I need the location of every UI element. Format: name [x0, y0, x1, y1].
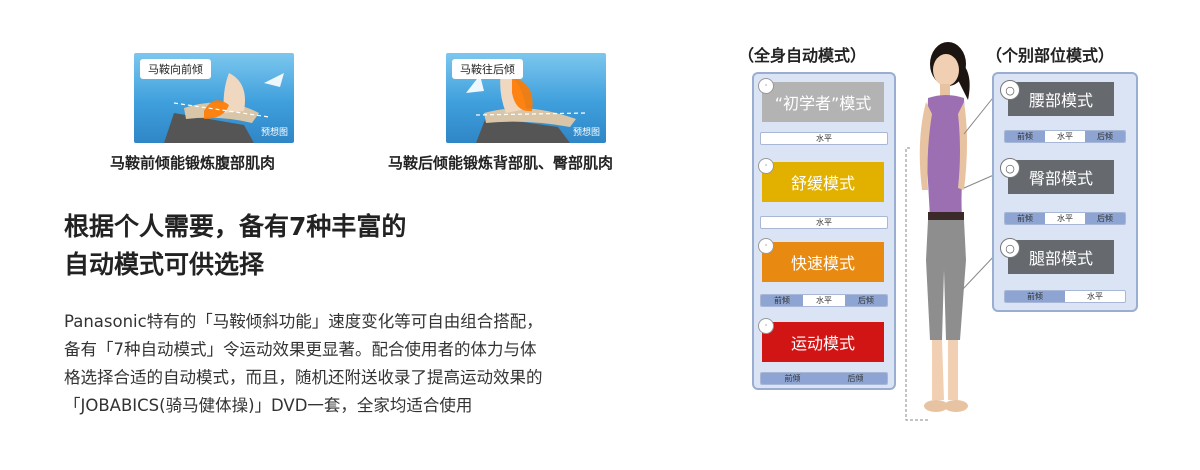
tilt-segment: 水平 — [1057, 214, 1073, 223]
partial-panel: 腰部模式 ○ 前倾 水平 后倾 臀部模式 ○ 前倾 水平 后倾 腿部模式 ○ 前… — [992, 72, 1138, 312]
seat-backward-illustration: 马鞍往后倾 预想图 — [446, 53, 606, 143]
illustration-caption: 马鞍后倾能锻炼背部肌、臀部肌肉 — [388, 154, 614, 172]
tilt-segment: 后倾 — [1085, 213, 1125, 224]
tilt-segment: 水平 — [816, 218, 832, 227]
tilt-bar: 前倾 水平 后倾 — [1004, 130, 1126, 143]
tilt-segment: 水平 — [1087, 292, 1103, 301]
face-icon: · — [758, 158, 774, 174]
tilt-bar: 水平 — [760, 216, 888, 229]
mode-label: 运动模式 — [790, 334, 855, 353]
mode-label: “初学者”模式 — [774, 94, 872, 113]
mode-label: 腿部模式 — [1028, 249, 1093, 268]
main-heading: 根据个人需要，备有7种丰富的 自动模式可供选择 — [64, 208, 406, 284]
tilt-segment: 水平 — [1057, 132, 1073, 141]
mode-label: 腰部模式 — [1028, 91, 1093, 110]
mode-label: 快速模式 — [790, 254, 855, 273]
mode-hip[interactable]: 臀部模式 — [1008, 160, 1114, 194]
partial-title: （个别部位模式） — [986, 46, 1115, 65]
mode-leg[interactable]: 腿部模式 — [1008, 240, 1114, 274]
tilt-segment: 前倾 — [1005, 131, 1045, 142]
illustration-note: 预想图 — [572, 128, 600, 138]
heading-line: 自动模式可供选择 — [64, 250, 265, 279]
illustration-tag: 马鞍往后倾 — [452, 59, 523, 79]
tilt-segment: 后倾 — [824, 373, 887, 384]
tilt-segment: 后倾 — [845, 295, 887, 306]
mode-gentle[interactable]: · 舒缓模式 — [758, 158, 884, 202]
heading-line: 根据个人需要，备有7种丰富的 — [64, 212, 407, 241]
tilt-segment: 后倾 — [1085, 131, 1125, 142]
illustration-note: 预想图 — [260, 128, 288, 138]
description-line: Panasonic特有的「马鞍倾斜功能」速度变化等可自由组合搭配， — [64, 312, 543, 331]
tilt-segment: 前倾 — [761, 295, 803, 306]
tilt-segment: 水平 — [816, 296, 832, 305]
face-icon: · — [758, 78, 774, 94]
tilt-segment: 水平 — [816, 134, 832, 143]
full-body-panel: · “初学者”模式 水平 · 舒缓模式 水平 · 快速模式 前倾 水平 后倾 ·… — [752, 72, 896, 390]
tilt-segment: 前倾 — [761, 373, 824, 384]
tilt-bar: 前倾 水平 后倾 — [760, 294, 888, 307]
tilt-bar: 水平 — [760, 132, 888, 145]
face-icon: · — [758, 318, 774, 334]
mode-fast[interactable]: · 快速模式 — [758, 238, 884, 282]
tilt-bar: 前倾 水平 后倾 — [1004, 212, 1126, 225]
mode-label: 臀部模式 — [1028, 169, 1093, 188]
tilt-segment: 前倾 — [1005, 213, 1045, 224]
face-icon: · — [758, 238, 774, 254]
leg-icon: ○ — [1000, 238, 1020, 258]
mode-waist[interactable]: 腰部模式 — [1008, 82, 1114, 116]
description-paragraph: Panasonic特有的「马鞍倾斜功能」速度变化等可自由组合搭配， 备有「7种自… — [64, 308, 543, 420]
description-line: 备有「7种自动模式」令运动效果更显著。配合使用者的体力与体 — [64, 340, 537, 359]
description-line: 「JOBABICS(骑马健体操)」DVD一套，全家均适合使用 — [64, 396, 473, 415]
tilt-segment: 前倾 — [1005, 291, 1065, 302]
seat-forward-illustration: 马鞍向前倾 预想图 — [134, 53, 294, 143]
full-body-title: （全身自动模式） — [738, 46, 867, 65]
hip-icon: ○ — [1000, 158, 1020, 178]
mode-beginner[interactable]: · “初学者”模式 — [758, 78, 884, 122]
illustration-caption: 马鞍前倾能锻炼腹部肌肉 — [110, 154, 276, 172]
tilt-bar: 前倾 水平 — [1004, 290, 1126, 303]
mode-label: 舒缓模式 — [790, 174, 855, 193]
mode-exercise[interactable]: · 运动模式 — [758, 318, 884, 362]
illustration-tag: 马鞍向前倾 — [140, 59, 211, 79]
description-line: 格选择合适的自动模式，而且，随机还附送收录了提高运动效果的 — [64, 368, 543, 387]
waist-icon: ○ — [1000, 80, 1020, 100]
tilt-bar: 前倾 后倾 — [760, 372, 888, 385]
